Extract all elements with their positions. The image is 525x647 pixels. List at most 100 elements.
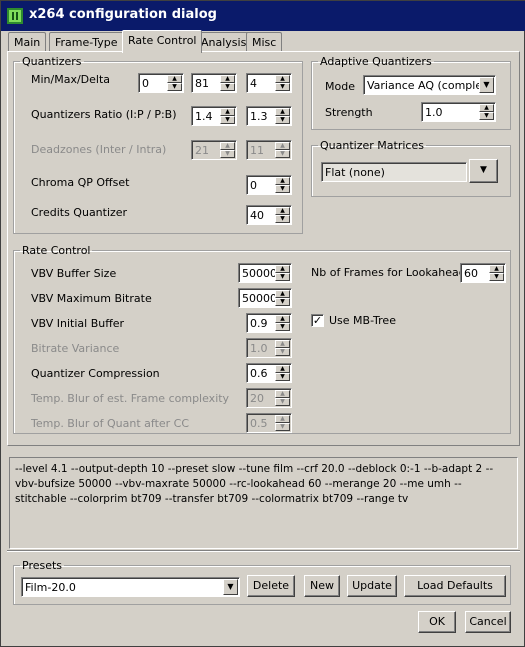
spin-up-arrow[interactable]: ▲ [167, 75, 182, 83]
ratio-ip-spin[interactable]: 1.4 ▲ ▼ [191, 106, 237, 126]
spin-down-arrow[interactable]: ▼ [275, 323, 290, 331]
spin-down-arrow[interactable]: ▼ [275, 298, 290, 306]
lookahead-value: 60 [464, 267, 478, 280]
aq-strength-spin[interactable]: 1.0 ▲ ▼ [421, 102, 496, 122]
quantizer-min-value: 0 [142, 77, 149, 90]
tab-frame-type[interactable]: Frame-Type [49, 32, 124, 52]
aq-strength-value: 1.0 [425, 106, 443, 119]
deadzone-inter-spin: 21 ▲ ▼ [191, 140, 237, 160]
vbv-max-bitrate-label: VBV Maximum Bitrate [31, 292, 152, 305]
spin-up-arrow[interactable]: ▲ [275, 365, 290, 373]
update-preset-button[interactable]: Update [347, 575, 397, 597]
spin-down-arrow: ▼ [275, 423, 290, 431]
spin-down-arrow[interactable]: ▼ [220, 83, 235, 91]
spin-up-arrow[interactable]: ▲ [275, 75, 290, 83]
delete-preset-button[interactable]: Delete [247, 575, 295, 597]
spin-up-arrow: ▲ [275, 415, 290, 423]
temp-blur-complexity-spin: 20 ▲ ▼ [246, 388, 292, 408]
rate-control-title: Rate Control [22, 244, 91, 257]
spin-down-arrow[interactable]: ▼ [275, 185, 290, 193]
quantizer-min-spin[interactable]: 0 ▲ ▼ [138, 73, 184, 93]
spin-down-arrow[interactable]: ▼ [275, 373, 290, 381]
credits-quantizer-label: Credits Quantizer [31, 206, 128, 219]
spin-down-arrow[interactable]: ▼ [275, 215, 290, 223]
window-title: x264 configuration dialog [29, 7, 217, 22]
temp-blur-quant-value: 0.5 [250, 417, 268, 430]
spin-down-arrow[interactable]: ▼ [275, 273, 290, 281]
spin-up-arrow[interactable]: ▲ [275, 207, 290, 215]
ratio-pb-spin[interactable]: 1.3 ▲ ▼ [246, 106, 292, 126]
vbv-initial-buffer-value: 0.9 [250, 317, 268, 330]
spin-up-arrow: ▲ [275, 340, 290, 348]
quantizers-title: Quantizers [22, 55, 82, 68]
presets-select[interactable]: Film-20.0 ▼ [21, 577, 240, 597]
mb-tree-label[interactable]: Use MB-Tree [329, 314, 396, 327]
spin-down-arrow: ▼ [275, 150, 290, 158]
temp-blur-quant-label: Temp. Blur of Quant after CC [31, 417, 190, 430]
quantizer-compression-value: 0.6 [250, 367, 268, 380]
spin-down-arrow[interactable]: ▼ [479, 112, 494, 120]
chroma-qp-offset-spin[interactable]: 0 ▲ ▼ [246, 175, 292, 195]
aq-mode-select[interactable]: Variance AQ (complexit ▼ [363, 75, 496, 95]
spin-up-arrow[interactable]: ▲ [275, 177, 290, 185]
spin-up-arrow[interactable]: ▲ [220, 75, 235, 83]
quantizer-matrices-dropdown-button[interactable]: ▼ [469, 159, 498, 183]
cancel-button[interactable]: Cancel [465, 611, 511, 633]
spin-up-arrow[interactable]: ▲ [275, 315, 290, 323]
spin-down-arrow: ▼ [220, 150, 235, 158]
vbv-initial-buffer-spin[interactable]: 0.9 ▲ ▼ [246, 313, 292, 333]
ok-button[interactable]: OK [418, 611, 456, 633]
spin-up-arrow[interactable]: ▲ [220, 108, 235, 116]
quantizers-ratio-label: Quantizers Ratio (I:P / P:B) [31, 108, 177, 121]
chevron-down-icon[interactable]: ▼ [223, 579, 238, 595]
lookahead-spin[interactable]: 60 ▲ ▼ [460, 263, 506, 283]
chroma-qp-offset-value: 0 [250, 179, 257, 192]
spin-down-arrow[interactable]: ▼ [489, 273, 504, 281]
command-line-preview: --level 4.1 --output-depth 10 --preset s… [9, 457, 518, 549]
credits-quantizer-spin[interactable]: 40 ▲ ▼ [246, 205, 292, 225]
vbv-initial-buffer-label: VBV Initial Buffer [31, 317, 125, 330]
bitrate-variance-spin: 1.0 ▲ ▼ [246, 338, 292, 358]
new-preset-button[interactable]: New [304, 575, 340, 597]
spin-up-arrow[interactable]: ▲ [275, 290, 290, 298]
tab-misc[interactable]: Misc [246, 32, 283, 52]
quantizer-delta-spin[interactable]: 4 ▲ ▼ [246, 73, 292, 93]
spin-down-arrow[interactable]: ▼ [275, 83, 290, 91]
spin-down-arrow[interactable]: ▼ [275, 116, 290, 124]
quantizer-max-spin[interactable]: 81 ▲ ▼ [191, 73, 237, 93]
quantizer-compression-label: Quantizer Compression [31, 367, 160, 380]
aq-strength-label: Strength [325, 106, 373, 119]
spin-up-arrow: ▲ [275, 390, 290, 398]
temp-blur-complexity-label: Temp. Blur of est. Frame complexity [31, 392, 230, 405]
quantizer-compression-spin[interactable]: 0.6 ▲ ▼ [246, 363, 292, 383]
spin-up-arrow: ▲ [275, 142, 290, 150]
tab-main[interactable]: Main [8, 32, 47, 52]
tab-rate-control[interactable]: Rate Control [122, 30, 203, 53]
bitrate-variance-value: 1.0 [250, 342, 268, 355]
spin-up-arrow[interactable]: ▲ [275, 265, 290, 273]
spin-up-arrow[interactable]: ▲ [479, 104, 494, 112]
divider [7, 550, 520, 552]
quantizer-matrices-value: Flat (none) [325, 166, 385, 179]
aq-mode-value: Variance AQ (complexit [367, 79, 479, 92]
x264-app-icon [7, 8, 23, 24]
vbv-buffer-size-spin[interactable]: 50000 ▲ ▼ [238, 263, 292, 283]
mb-tree-checkbox[interactable]: ✓ [311, 314, 324, 327]
vbv-max-bitrate-spin[interactable]: 50000 ▲ ▼ [238, 288, 292, 308]
spin-up-arrow[interactable]: ▲ [275, 108, 290, 116]
chevron-down-icon: ▼ [480, 165, 487, 175]
spin-down-arrow[interactable]: ▼ [167, 83, 182, 91]
chevron-down-icon[interactable]: ▼ [479, 77, 494, 93]
tab-analysis[interactable]: Analysis [195, 32, 253, 52]
quantizer-matrices-field[interactable]: Flat (none) [321, 162, 467, 182]
vbv-max-bitrate-value: 50000 [242, 292, 277, 305]
x264-config-dialog: x264 configuration dialog Main Frame-Typ… [0, 0, 525, 647]
spin-down-arrow: ▼ [275, 398, 290, 406]
spin-up-arrow[interactable]: ▲ [489, 265, 504, 273]
load-defaults-button[interactable]: Load Defaults [404, 575, 506, 597]
min-max-delta-label: Min/Max/Delta [31, 73, 111, 86]
spin-down-arrow[interactable]: ▼ [220, 116, 235, 124]
deadzone-intra-value: 11 [250, 144, 264, 157]
aq-mode-label: Mode [325, 80, 355, 93]
title-bar[interactable]: x264 configuration dialog [1, 1, 525, 31]
